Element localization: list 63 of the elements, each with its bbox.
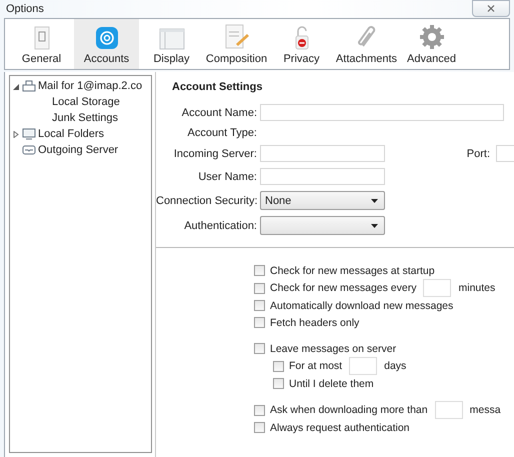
dropdown[interactable]: None xyxy=(260,191,385,210)
dropdown[interactable] xyxy=(260,216,385,235)
toolbar-tab[interactable]: General xyxy=(9,19,74,69)
option-label: Ask when downloading more than xyxy=(270,404,428,416)
tree-item[interactable]: Local Storage xyxy=(52,96,120,108)
text-field[interactable] xyxy=(260,145,385,162)
checkbox[interactable] xyxy=(254,282,265,294)
field-label: Port: xyxy=(466,148,490,160)
field-label: Incoming Server: xyxy=(172,148,257,160)
option-label: Always request authentication xyxy=(270,422,410,434)
checkbox[interactable] xyxy=(254,300,265,311)
option-label: Check for new messages every xyxy=(270,282,416,294)
checkbox[interactable] xyxy=(273,378,284,389)
checkbox[interactable] xyxy=(254,343,265,354)
collapsed-arrow-icon[interactable] xyxy=(13,130,19,138)
unit-label: days xyxy=(384,360,406,372)
unit-label: minutes xyxy=(458,282,496,294)
number-field[interactable] xyxy=(434,401,463,419)
number-field[interactable] xyxy=(423,279,452,297)
toolbar-tab[interactable]: Accounts xyxy=(74,19,139,69)
checkbox[interactable] xyxy=(254,422,265,433)
expanded-arrow-icon[interactable] xyxy=(13,82,19,90)
option-label: Fetch headers only xyxy=(270,316,360,328)
number-field[interactable] xyxy=(349,357,378,375)
checkbox[interactable] xyxy=(254,317,265,328)
option-label: Check for new messages at startup xyxy=(270,264,435,276)
field-label: User Name: xyxy=(197,170,257,182)
tree-item[interactable]: Mail for 1@imap.2.co xyxy=(38,80,142,92)
checkbox[interactable] xyxy=(254,404,265,416)
toolbar-tab[interactable]: Attachments xyxy=(334,19,399,69)
window-title: Options xyxy=(6,3,44,15)
gear-icon xyxy=(418,24,444,50)
toolbar-tab[interactable]: Privacy xyxy=(269,19,334,69)
toolbar-tab[interactable]: Composition xyxy=(204,19,269,69)
text-field[interactable] xyxy=(260,104,504,121)
tree-item[interactable]: Local Folders xyxy=(38,128,104,140)
option-label: Until I delete them xyxy=(289,378,374,390)
option-label: For at most xyxy=(289,360,342,372)
lock-icon xyxy=(294,26,308,50)
close-icon xyxy=(487,4,495,12)
section-title: Account Settings xyxy=(171,80,264,95)
caret-icon xyxy=(371,224,378,228)
checkbox[interactable] xyxy=(254,265,265,276)
switch-icon xyxy=(34,26,50,50)
toolbar-tab[interactable]: Display xyxy=(139,19,204,69)
checkbox[interactable] xyxy=(273,360,284,372)
document-pen-icon xyxy=(224,24,250,50)
field-label: Account Type: xyxy=(186,127,257,139)
option-label: Automatically download new messages xyxy=(270,300,454,312)
tree-item[interactable]: Outgoing Server xyxy=(38,144,118,156)
field-label: Authentication: xyxy=(183,220,257,232)
unit-label: messa xyxy=(470,404,501,416)
field-label: Account Name: xyxy=(180,106,257,118)
option-label: Leave messages on server xyxy=(270,342,396,354)
caret-icon xyxy=(371,198,378,202)
close-button[interactable] xyxy=(472,0,510,16)
text-field[interactable] xyxy=(260,168,385,185)
window-icon xyxy=(158,28,184,50)
tray-icon xyxy=(22,144,36,156)
monitor-icon xyxy=(22,128,36,140)
toolbar-tab[interactable]: Advanced xyxy=(399,19,464,69)
tree-item[interactable]: Junk Settings xyxy=(52,112,118,124)
field-label: Connection Security: xyxy=(156,194,257,206)
